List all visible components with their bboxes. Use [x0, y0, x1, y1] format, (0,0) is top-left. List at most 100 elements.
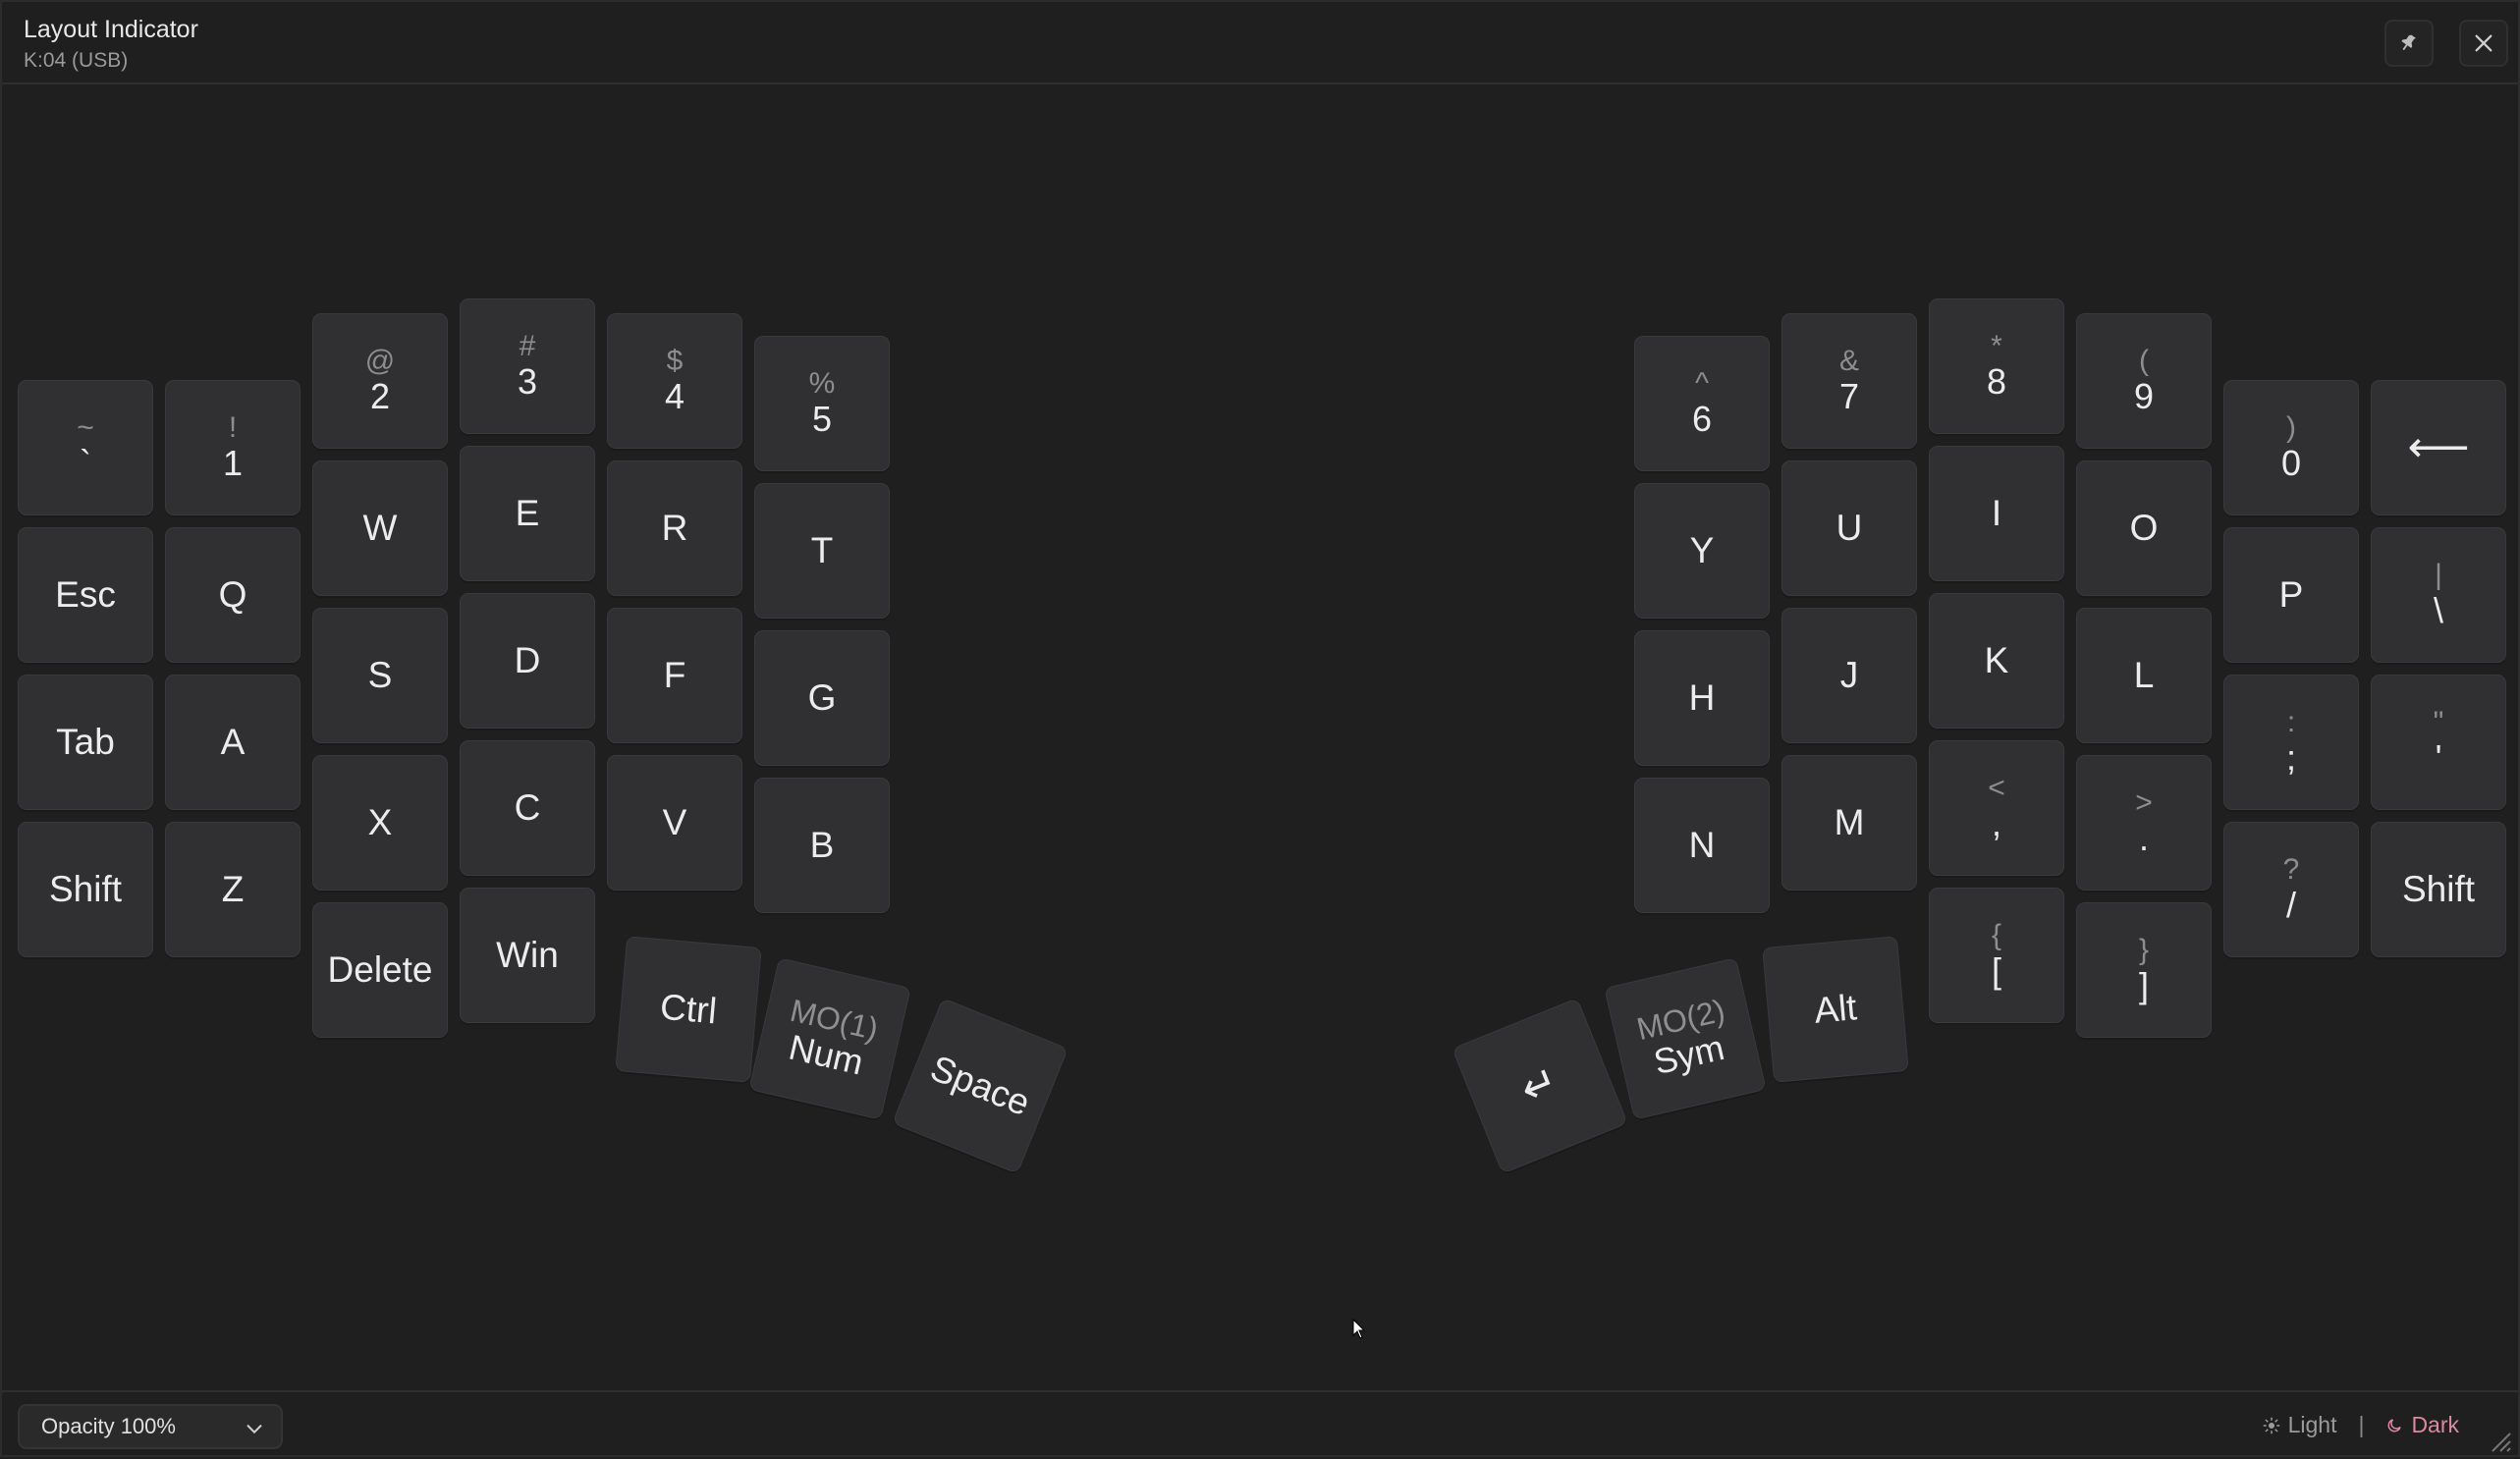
- key-legend: Esc: [55, 574, 116, 615]
- key-legend: E: [515, 493, 540, 533]
- key-shift-legend: ~: [77, 411, 94, 444]
- key-backslash[interactable]: | \: [2371, 527, 2506, 663]
- key-legend: Ctrl: [658, 986, 719, 1032]
- theme-separator: |: [2358, 1412, 2365, 1437]
- key-left-shift[interactable]: Shift: [18, 822, 153, 957]
- key-alt[interactable]: Alt: [1762, 936, 1909, 1083]
- key-legend: 8: [1986, 361, 2007, 402]
- key-legend: Win: [496, 935, 559, 975]
- window-title: Layout Indicator: [24, 16, 198, 43]
- key-legend: 0: [2280, 443, 2302, 483]
- key-slash[interactable]: ? /: [2223, 822, 2359, 957]
- close-button[interactable]: [2459, 20, 2508, 67]
- key-legend: Delete: [327, 949, 433, 990]
- key-legend: P: [2278, 574, 2304, 615]
- chevron-down-icon: [247, 1425, 262, 1434]
- key-c[interactable]: C: [460, 740, 595, 876]
- key-legend: N: [1688, 825, 1716, 865]
- key-e[interactable]: E: [460, 446, 595, 581]
- key-y[interactable]: Y: [1634, 483, 1770, 619]
- key-g[interactable]: G: [754, 630, 890, 766]
- key-legend: Q: [218, 574, 247, 615]
- opacity-select[interactable]: Opacity 100%: [18, 1404, 283, 1449]
- key-7[interactable]: & 7: [1781, 313, 1917, 449]
- theme-dark-option[interactable]: Dark: [2385, 1412, 2459, 1438]
- key-v[interactable]: V: [607, 755, 742, 891]
- key-legend: L: [2133, 655, 2155, 695]
- key-b[interactable]: B: [754, 778, 890, 913]
- key-backspace[interactable]: ⟵: [2371, 380, 2506, 515]
- sun-icon: [2263, 1417, 2279, 1433]
- key-num-layer[interactable]: MO(1) Num: [748, 957, 911, 1120]
- key-u[interactable]: U: [1781, 460, 1917, 596]
- key-left-bracket[interactable]: { [: [1929, 888, 2064, 1023]
- key-legend: 7: [1838, 376, 1860, 416]
- resize-grip-icon[interactable]: [2487, 1428, 2512, 1453]
- key-i[interactable]: I: [1929, 446, 2064, 581]
- key-a[interactable]: A: [165, 675, 301, 810]
- key-z[interactable]: Z: [165, 822, 301, 957]
- key-legend: Space: [924, 1047, 1036, 1124]
- key-4[interactable]: $ 4: [607, 313, 742, 449]
- key-8[interactable]: * 8: [1929, 298, 2064, 434]
- key-legend: .: [2138, 818, 2149, 858]
- key-w[interactable]: W: [312, 460, 448, 596]
- key-j[interactable]: J: [1781, 608, 1917, 743]
- layout-indicator-window: Layout Indicator K:04 (USB) ~ ` ! 1 @ 2: [0, 0, 2520, 1457]
- key-comma[interactable]: < ,: [1929, 740, 2064, 876]
- key-m[interactable]: M: [1781, 755, 1917, 891]
- key-legend: Y: [1689, 530, 1715, 570]
- key-delete[interactable]: Delete: [312, 902, 448, 1038]
- key-legend: Alt: [1812, 987, 1859, 1031]
- key-3[interactable]: # 3: [460, 298, 595, 434]
- key-ctrl[interactable]: Ctrl: [615, 936, 762, 1083]
- theme-switcher: Light | Dark: [2263, 1412, 2459, 1438]
- key-k[interactable]: K: [1929, 593, 2064, 729]
- title-bar[interactable]: Layout Indicator K:04 (USB): [2, 2, 2518, 84]
- close-icon: [2475, 34, 2493, 52]
- key-r[interactable]: R: [607, 460, 742, 596]
- key-right-bracket[interactable]: } ]: [2076, 902, 2212, 1038]
- key-h[interactable]: H: [1634, 630, 1770, 766]
- key-1[interactable]: ! 1: [165, 380, 301, 515]
- key-legend: R: [661, 508, 688, 548]
- key-win[interactable]: Win: [460, 888, 595, 1023]
- key-legend: G: [807, 677, 837, 718]
- key-2[interactable]: @ 2: [312, 313, 448, 449]
- theme-light-option[interactable]: Light: [2263, 1412, 2336, 1438]
- key-f[interactable]: F: [607, 608, 742, 743]
- key-n[interactable]: N: [1634, 778, 1770, 913]
- key-quote[interactable]: " ': [2371, 675, 2506, 810]
- key-enter[interactable]: ↵: [1452, 998, 1628, 1174]
- key-legend: 1: [222, 443, 244, 483]
- key-t[interactable]: T: [754, 483, 890, 619]
- key-period[interactable]: > .: [2076, 755, 2212, 891]
- key-shift-legend: }: [2138, 934, 2150, 966]
- key-legend: 5: [811, 399, 833, 439]
- key-d[interactable]: D: [460, 593, 595, 729]
- key-0[interactable]: ) 0: [2223, 380, 2359, 515]
- key-legend: /: [2285, 885, 2296, 925]
- key-q[interactable]: Q: [165, 527, 301, 663]
- key-esc[interactable]: Esc: [18, 527, 153, 663]
- key-legend: 3: [517, 361, 538, 402]
- key-x[interactable]: X: [312, 755, 448, 891]
- key-legend: 4: [664, 376, 685, 416]
- key-semicolon[interactable]: : ;: [2223, 675, 2359, 810]
- key-tab[interactable]: Tab: [18, 675, 153, 810]
- key-l[interactable]: L: [2076, 608, 2212, 743]
- key-p[interactable]: P: [2223, 527, 2359, 663]
- key-sym-layer[interactable]: MO(2) Sym: [1604, 957, 1767, 1120]
- pin-button[interactable]: [2384, 20, 2434, 67]
- key-o[interactable]: O: [2076, 460, 2212, 596]
- key-space[interactable]: Space: [892, 998, 1068, 1174]
- key-9[interactable]: ( 9: [2076, 313, 2212, 449]
- key-s[interactable]: S: [312, 608, 448, 743]
- device-subtitle: K:04 (USB): [24, 49, 129, 72]
- key-grave[interactable]: ~ `: [18, 380, 153, 515]
- key-right-shift[interactable]: Shift: [2371, 822, 2506, 957]
- key-6[interactable]: ^ 6: [1634, 336, 1770, 471]
- key-5[interactable]: % 5: [754, 336, 890, 471]
- key-legend: S: [367, 655, 393, 695]
- key-legend: ,: [1991, 803, 2001, 843]
